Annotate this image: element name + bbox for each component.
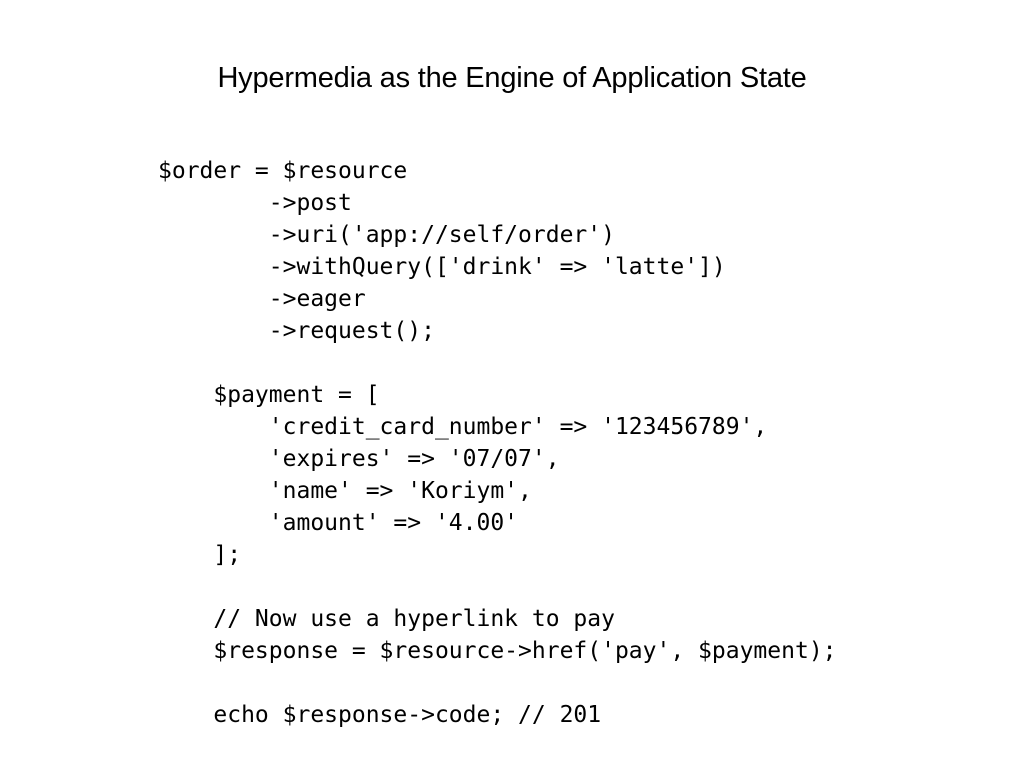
code-line: ->request(); xyxy=(158,318,435,344)
code-line: // Now use a hyperlink to pay xyxy=(158,606,615,632)
code-line: $payment = [ xyxy=(158,382,380,408)
slide-title: Hypermedia as the Engine of Application … xyxy=(217,62,807,94)
code-line: 'expires' => '07/07', xyxy=(158,446,560,472)
code-line: 'amount' => '4.00' xyxy=(158,510,519,536)
code-line: 'credit_card_number' => '123456789', xyxy=(158,414,768,440)
code-line: echo $response->code; // 201 xyxy=(158,702,602,728)
code-line: 'name' => 'Koriym', xyxy=(158,478,532,504)
code-line: $order = $resource xyxy=(158,158,408,184)
code-line: $response = $resource->href('pay', $paym… xyxy=(158,638,837,664)
code-line: ]; xyxy=(158,542,242,568)
slide: Hypermedia as the Engine of Application … xyxy=(0,0,1024,768)
code-line: ->post xyxy=(158,190,352,216)
code-line: ->withQuery(['drink' => 'latte']) xyxy=(158,254,726,280)
code-block: $order = $resource ->post ->uri('app://s… xyxy=(158,155,837,731)
code-line: ->eager xyxy=(158,286,366,312)
code-line: ->uri('app://self/order') xyxy=(158,222,615,248)
